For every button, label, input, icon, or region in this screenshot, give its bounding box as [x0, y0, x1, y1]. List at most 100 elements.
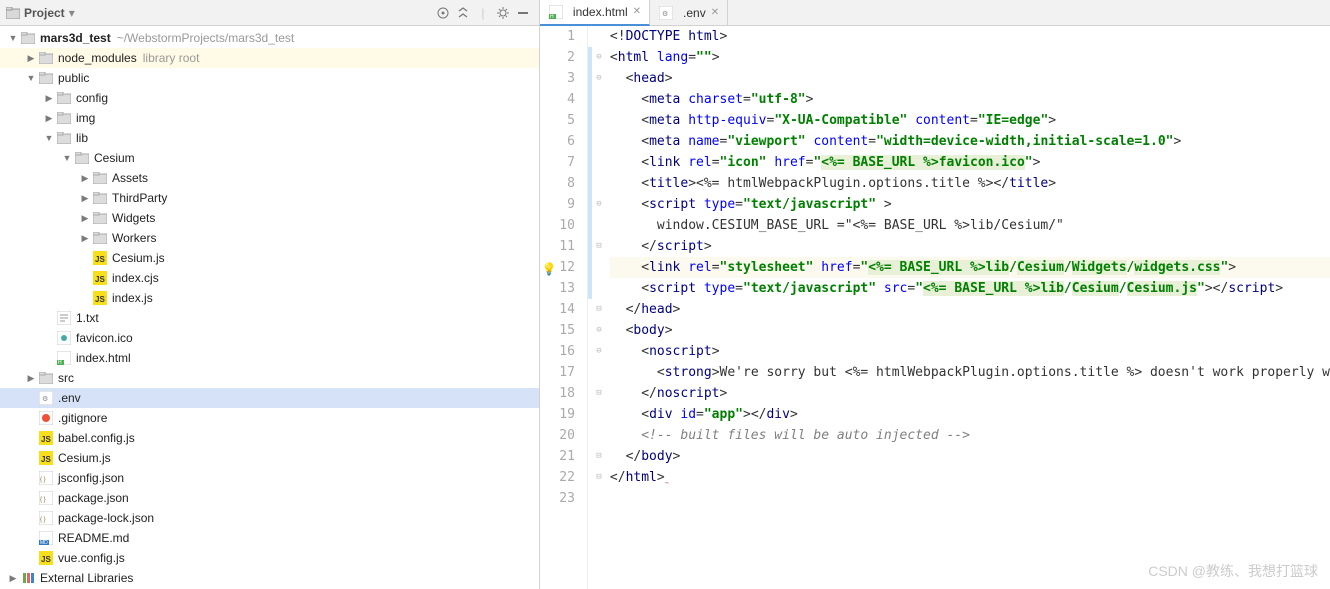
close-icon[interactable]: ✕: [633, 6, 641, 17]
tree-item[interactable]: ▶JSCesium.js: [0, 248, 539, 268]
folder-icon: [56, 90, 72, 106]
tree-item[interactable]: ▼public: [0, 68, 539, 88]
code-content[interactable]: <!DOCTYPE html><html lang=""> <head> <me…: [606, 26, 1330, 589]
code-line[interactable]: <script type="text/javascript" src="<%= …: [610, 278, 1330, 299]
fold-marker[interactable]: ⊖: [592, 341, 606, 362]
tree-item[interactable]: ▶Assets: [0, 168, 539, 188]
code-line[interactable]: <title><%= htmlWebpackPlugin.options.tit…: [610, 173, 1330, 194]
expand-arrow-icon[interactable]: ▼: [42, 133, 56, 143]
fold-marker[interactable]: ⊖: [592, 320, 606, 341]
tree-item[interactable]: ▶JSCesium.js: [0, 448, 539, 468]
expand-arrow-icon[interactable]: ▼: [24, 73, 38, 83]
code-line[interactable]: window.CESIUM_BASE_URL ="<%= BASE_URL %>…: [610, 215, 1330, 236]
tree-item[interactable]: ▶ThirdParty: [0, 188, 539, 208]
fold-marker[interactable]: ⊟: [592, 236, 606, 257]
tree-item[interactable]: ▶JSvue.config.js: [0, 548, 539, 568]
fold-marker[interactable]: ⊟: [592, 446, 606, 467]
code-line[interactable]: <script type="text/javascript" >: [610, 194, 1330, 215]
fold-marker[interactable]: ⊟: [592, 299, 606, 320]
expand-arrow-icon[interactable]: ▶: [42, 113, 56, 124]
settings-icon[interactable]: [493, 3, 513, 23]
code-line[interactable]: <strong>We're sorry but <%= htmlWebpackP…: [610, 362, 1330, 383]
code-line[interactable]: <!-- built files will be auto injected -…: [610, 425, 1330, 446]
line-number: 2: [540, 47, 575, 68]
hide-icon[interactable]: [513, 3, 533, 23]
editor-tab[interactable]: Hindex.html✕: [540, 0, 650, 26]
collapse-all-icon[interactable]: [453, 3, 473, 23]
code-area[interactable]: 1234567891011💡121314151617181920212223 ⊖…: [540, 26, 1330, 589]
expand-arrow-icon[interactable]: ▶: [78, 233, 92, 244]
fold-marker[interactable]: ⊟: [592, 383, 606, 404]
txt-icon: [56, 310, 72, 326]
code-line[interactable]: [610, 488, 1330, 509]
fold-marker: [592, 131, 606, 152]
tree-item[interactable]: ▶{ }package-lock.json: [0, 508, 539, 528]
fold-marker[interactable]: ⊖: [592, 194, 606, 215]
tree-item-label: Cesium.js: [58, 451, 111, 465]
code-line[interactable]: <meta http-equiv="X-UA-Compatible" conte…: [610, 110, 1330, 131]
sidebar-title[interactable]: Project: [24, 6, 65, 20]
code-line[interactable]: <html lang="">: [610, 47, 1330, 68]
code-line[interactable]: </noscript>: [610, 383, 1330, 404]
expand-arrow-icon[interactable]: ▶: [6, 573, 20, 584]
code-line[interactable]: <head>: [610, 68, 1330, 89]
expand-arrow-icon[interactable]: ▶: [24, 53, 38, 64]
fold-marker[interactable]: ⊟: [592, 467, 606, 488]
expand-arrow-icon[interactable]: ▼: [6, 33, 20, 43]
tree-item[interactable]: ▶JSindex.cjs: [0, 268, 539, 288]
code-line[interactable]: <link rel="icon" href="<%= BASE_URL %>fa…: [610, 152, 1330, 173]
expand-arrow-icon[interactable]: ▼: [60, 153, 74, 163]
project-icon: [6, 7, 20, 19]
expand-arrow-icon[interactable]: ▶: [78, 213, 92, 224]
tree-item[interactable]: ▶External Libraries: [0, 568, 539, 588]
fold-marker[interactable]: ⊖: [592, 68, 606, 89]
expand-arrow-icon[interactable]: ▶: [78, 173, 92, 184]
code-line[interactable]: </script>: [610, 236, 1330, 257]
tree-item[interactable]: ▶Hindex.html: [0, 348, 539, 368]
tree-item[interactable]: ▶JSbabel.config.js: [0, 428, 539, 448]
tree-item-hint: ~/WebstormProjects/mars3d_test: [117, 31, 295, 45]
fold-gutter[interactable]: ⊖⊖⊖⊟⊟⊖⊖⊟⊟⊟: [592, 26, 606, 589]
code-line[interactable]: </html>˷: [610, 467, 1330, 488]
code-line[interactable]: <noscript>: [610, 341, 1330, 362]
tree-item[interactable]: ▶src: [0, 368, 539, 388]
tree-item[interactable]: ▶JSindex.js: [0, 288, 539, 308]
tree-item[interactable]: ▶favicon.ico: [0, 328, 539, 348]
tree-item[interactable]: ▶{ }package.json: [0, 488, 539, 508]
code-line[interactable]: <body>: [610, 320, 1330, 341]
tree-item-label: index.js: [112, 291, 153, 305]
expand-arrow-icon[interactable]: ▶: [78, 193, 92, 204]
project-tree[interactable]: ▼mars3d_test~/WebstormProjects/mars3d_te…: [0, 26, 539, 589]
divider: |: [473, 3, 493, 23]
tree-item[interactable]: ▶config: [0, 88, 539, 108]
tree-item[interactable]: ▼mars3d_test~/WebstormProjects/mars3d_te…: [0, 28, 539, 48]
code-line[interactable]: </head>: [610, 299, 1330, 320]
fold-marker[interactable]: ⊖: [592, 47, 606, 68]
tree-item[interactable]: ▶⚙.env: [0, 388, 539, 408]
code-line[interactable]: <link rel="stylesheet" href="<%= BASE_UR…: [610, 257, 1330, 278]
tree-item[interactable]: ▶node_moduleslibrary root: [0, 48, 539, 68]
json-icon: { }: [38, 470, 54, 486]
tree-item[interactable]: ▶MDREADME.md: [0, 528, 539, 548]
dropdown-icon[interactable]: ▾: [69, 6, 75, 20]
tree-item[interactable]: ▶{ }jsconfig.json: [0, 468, 539, 488]
tree-item[interactable]: ▶Widgets: [0, 208, 539, 228]
locate-icon[interactable]: [433, 3, 453, 23]
bulb-icon[interactable]: 💡: [542, 259, 557, 280]
tree-item[interactable]: ▼Cesium: [0, 148, 539, 168]
tree-item[interactable]: ▼lib: [0, 128, 539, 148]
code-line[interactable]: <meta name="viewport" content="width=dev…: [610, 131, 1330, 152]
fold-marker: [592, 110, 606, 131]
tree-item[interactable]: ▶1.txt: [0, 308, 539, 328]
expand-arrow-icon[interactable]: ▶: [42, 93, 56, 104]
close-icon[interactable]: ✕: [711, 7, 719, 18]
tree-item[interactable]: ▶img: [0, 108, 539, 128]
expand-arrow-icon[interactable]: ▶: [24, 373, 38, 384]
tree-item[interactable]: ▶.gitignore: [0, 408, 539, 428]
tree-item[interactable]: ▶Workers: [0, 228, 539, 248]
code-line[interactable]: <meta charset="utf-8">: [610, 89, 1330, 110]
code-line[interactable]: <!DOCTYPE html>: [610, 26, 1330, 47]
code-line[interactable]: <div id="app"></div>: [610, 404, 1330, 425]
code-line[interactable]: </body>: [610, 446, 1330, 467]
editor-tab[interactable]: ⚙.env✕: [650, 0, 728, 26]
